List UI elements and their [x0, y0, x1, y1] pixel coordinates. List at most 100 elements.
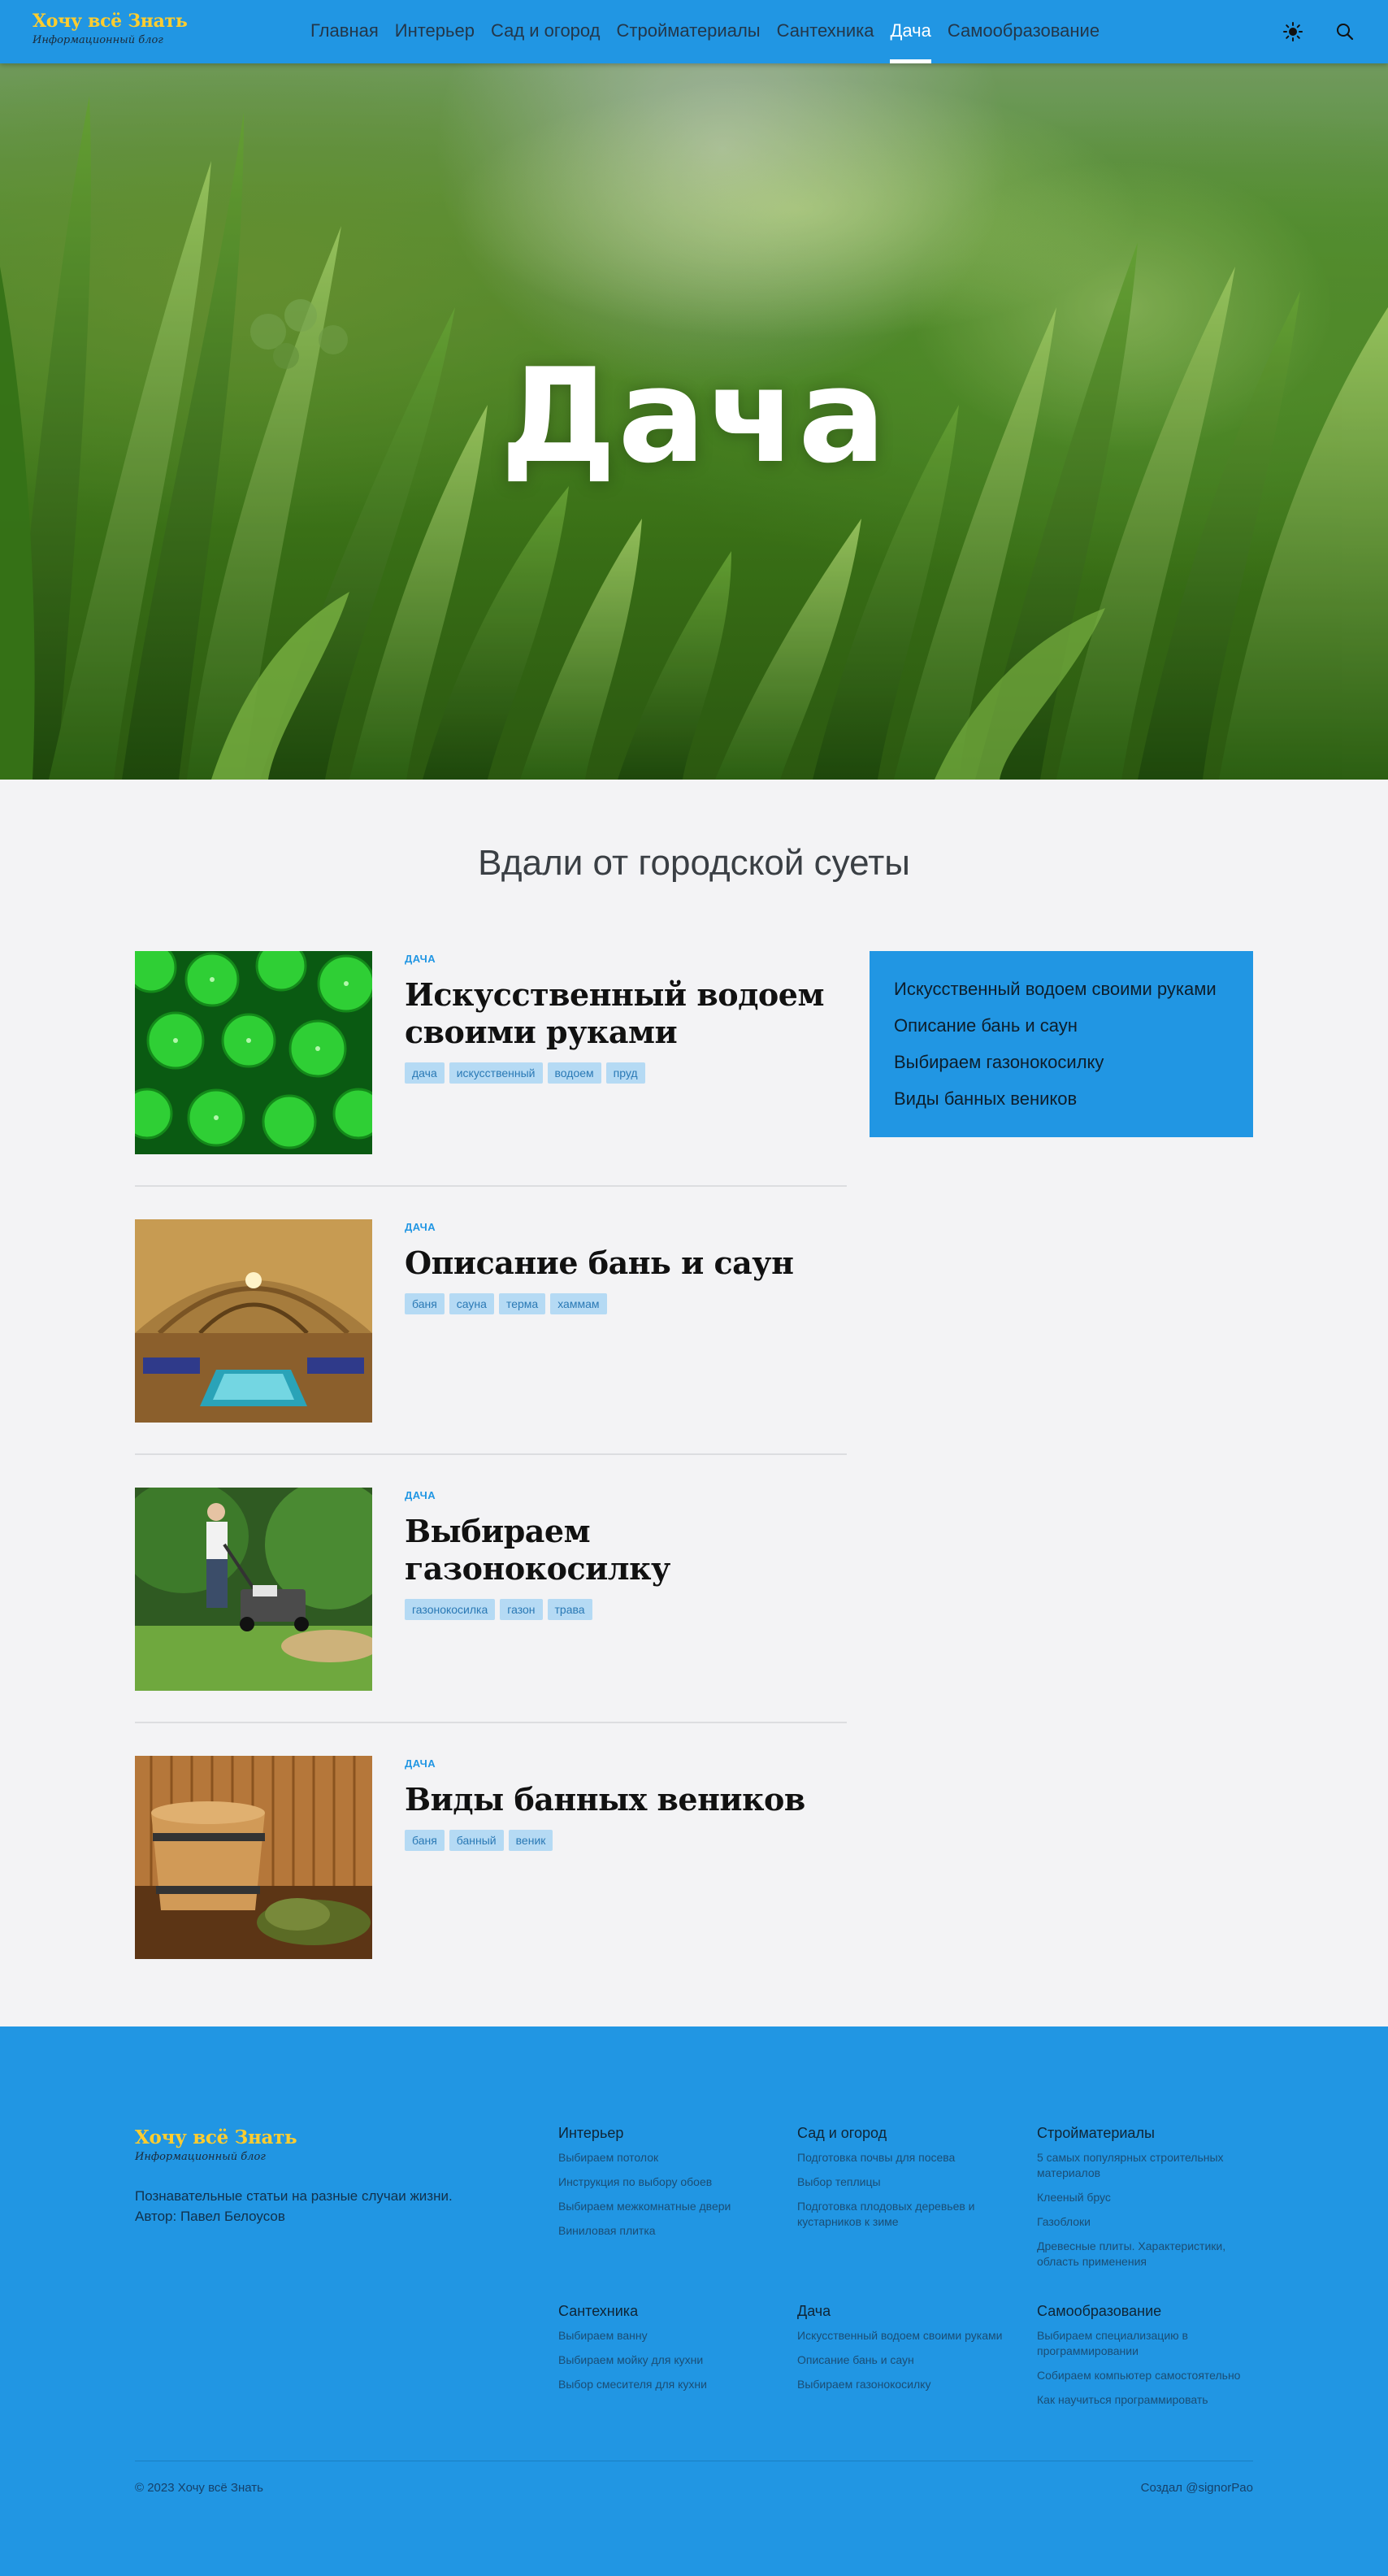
article-title[interactable]: Виды банных веников [405, 1781, 847, 1818]
footer-logo-title: Хочу всё Знать [135, 2126, 297, 2148]
theme-toggle-button[interactable] [1277, 16, 1308, 47]
footer-link[interactable]: Выбираем потолок [558, 2150, 774, 2165]
tag[interactable]: хаммам [550, 1293, 607, 1314]
water-lettuce-image[interactable] [135, 951, 372, 1154]
footer-column-dacha: Дача Искусственный водоем своими руками … [797, 2303, 1013, 2401]
search-button[interactable] [1329, 16, 1360, 47]
search-icon [1337, 24, 1354, 41]
footer-link[interactable]: Искусственный водоем своими руками [797, 2328, 1013, 2344]
author-prefix: Автор: [135, 2209, 180, 2224]
sidebar-link[interactable]: Искусственный водоем своими руками [894, 975, 1229, 1003]
author-name: Павел Белоусов [180, 2209, 285, 2224]
footer-column-garden: Сад и огород Подготовка почвы для посева… [797, 2125, 1013, 2239]
footer-link[interactable]: Выбираем газонокосилку [797, 2377, 1013, 2392]
tag[interactable]: баня [405, 1293, 445, 1314]
footer-link[interactable]: Как научиться программировать [1037, 2392, 1252, 2408]
tag[interactable]: веник [508, 1830, 553, 1851]
site-header: Хочу всё Знать Информационный блог Главн… [0, 0, 1388, 63]
nav-item-plumbing[interactable]: Сантехника [769, 0, 883, 63]
tag[interactable]: газонокосилка [405, 1599, 496, 1620]
footer-column-building-materials: Стройматериалы 5 самых популярных строит… [1037, 2125, 1252, 2278]
footer-link[interactable]: Собираем компьютер самостоятельно [1037, 2368, 1252, 2383]
footer-link[interactable]: Клееный брус [1037, 2190, 1252, 2205]
article-tags: дача искусственный водоем пруд [405, 1062, 847, 1084]
nav-item-self-education[interactable]: Самообразование [939, 0, 1108, 63]
footer-link[interactable]: Подготовка плодовых деревьев и кустарник… [797, 2199, 1013, 2230]
article-title[interactable]: Выбираем газонокосилку [405, 1513, 847, 1588]
nav-item-dacha[interactable]: Дача [882, 0, 939, 63]
tag[interactable]: дача [405, 1062, 445, 1084]
main-nav: Главная Интерьер Сад и огород Стройматер… [302, 0, 1108, 63]
footer-logo[interactable]: Хочу всё Знать Информационный блог [135, 2126, 297, 2163]
footer-link[interactable]: Подготовка почвы для посева [797, 2150, 1013, 2165]
article-title[interactable]: Описание бань и саун [405, 1245, 847, 1282]
footer-link[interactable]: Выбираем межкомнатные двери [558, 2199, 774, 2214]
tag[interactable]: баня [405, 1830, 445, 1851]
tag[interactable]: банный [449, 1830, 504, 1851]
sun-icon [1283, 22, 1303, 41]
sidebar-toc: Искусственный водоем своими руками Описа… [870, 951, 1253, 1137]
footer-column-title[interactable]: Интерьер [558, 2125, 774, 2142]
footer-link[interactable]: Выбор смесителя для кухни [558, 2377, 774, 2392]
hero-title: Дача [500, 340, 888, 492]
footer-column-title[interactable]: Сад и огород [797, 2125, 1013, 2142]
footer-column-title[interactable]: Стройматериалы [1037, 2125, 1252, 2142]
lawnmower-image[interactable] [135, 1488, 372, 1691]
article-tags: баня сауна терма хаммам [405, 1293, 847, 1314]
article-tags: баня банный веник [405, 1830, 847, 1851]
sidebar-link[interactable]: Описание бань и саун [894, 1012, 1229, 1040]
tag[interactable]: газон [500, 1599, 543, 1620]
tag[interactable]: трава [547, 1599, 592, 1620]
nav-item-interior[interactable]: Интерьер [387, 0, 483, 63]
article-category[interactable]: ДАЧА [405, 1221, 847, 1233]
article-category[interactable]: ДАЧА [405, 1489, 847, 1501]
bathhouse-image[interactable] [135, 1219, 372, 1423]
article-card: ДАЧА Виды банных веников баня банный вен… [135, 1756, 847, 1992]
footer-logo-subtitle: Информационный блог [135, 2151, 266, 2163]
sidebar-link[interactable]: Виды банных веников [894, 1085, 1229, 1113]
tag[interactable]: водоем [547, 1062, 601, 1084]
footer-link[interactable]: Виниловая плитка [558, 2223, 774, 2239]
logo-title: Хочу всё Знать [33, 11, 188, 32]
footer-link[interactable]: Инструкция по выбору обоев [558, 2174, 774, 2190]
article-title[interactable]: Искусственный водоем своими руками [405, 976, 847, 1051]
footer-copyright: © 2023 Хочу всё Знать [135, 2481, 263, 2495]
nav-item-building-materials[interactable]: Стройматериалы [609, 0, 769, 63]
footer-column-title[interactable]: Дача [797, 2303, 1013, 2320]
footer-column-title[interactable]: Самообразование [1037, 2303, 1252, 2320]
tag[interactable]: сауна [449, 1293, 494, 1314]
logo-subtitle: Информационный блог [33, 34, 163, 46]
section-subtitle: Вдали от городской суеты [478, 843, 910, 883]
article-list: ДАЧА Искусственный водоем своими руками … [135, 951, 847, 2024]
footer-link[interactable]: Газоблоки [1037, 2214, 1252, 2230]
footer-link[interactable]: Древесные плиты. Характеристики, область… [1037, 2239, 1252, 2270]
footer-link[interactable]: Описание бань и саун [797, 2352, 1013, 2368]
footer-author: Автор: Павел Белоусов [135, 2206, 501, 2226]
site-logo[interactable]: Хочу всё Знать Информационный блог [33, 11, 188, 46]
article-card: ДАЧА Выбираем газонокосилку газонокосилк… [135, 1488, 847, 1723]
sauna-broom-image[interactable] [135, 1756, 372, 1959]
footer-link[interactable]: 5 самых популярных строительных материал… [1037, 2150, 1252, 2181]
site-footer: Хочу всё Знать Информационный блог Позна… [0, 2026, 1388, 2576]
nav-item-garden[interactable]: Сад и огород [483, 0, 609, 63]
footer-column-title[interactable]: Сантехника [558, 2303, 774, 2320]
article-category[interactable]: ДАЧА [405, 953, 847, 965]
footer-column-self-education: Самообразование Выбираем специализацию в… [1037, 2303, 1252, 2417]
footer-link[interactable]: Выбираем мойку для кухни [558, 2352, 774, 2368]
footer-about: Познавательные статьи на разные случаи ж… [135, 2188, 453, 2204]
tag[interactable]: пруд [605, 1062, 645, 1084]
article-tags: газонокосилка газон трава [405, 1599, 847, 1620]
footer-made-by[interactable]: Создал @signorPao [1141, 2481, 1253, 2495]
tag[interactable]: терма [498, 1293, 546, 1314]
article-category[interactable]: ДАЧА [405, 1757, 847, 1770]
footer-link[interactable]: Выбираем ванну [558, 2328, 774, 2344]
footer-column-plumbing: Сантехника Выбираем ванну Выбираем мойку… [558, 2303, 774, 2401]
footer-column-interior: Интерьер Выбираем потолок Инструкция по … [558, 2125, 774, 2248]
sidebar-link[interactable]: Выбираем газонокосилку [894, 1049, 1229, 1076]
footer-description: Познавательные статьи на разные случаи ж… [135, 2186, 501, 2226]
tag[interactable]: искусственный [449, 1062, 543, 1084]
footer-link[interactable]: Выбор теплицы [797, 2174, 1013, 2190]
nav-item-home[interactable]: Главная [302, 0, 387, 63]
hero-banner: Дача [0, 63, 1388, 780]
footer-link[interactable]: Выбираем специализацию в программировани… [1037, 2328, 1252, 2359]
